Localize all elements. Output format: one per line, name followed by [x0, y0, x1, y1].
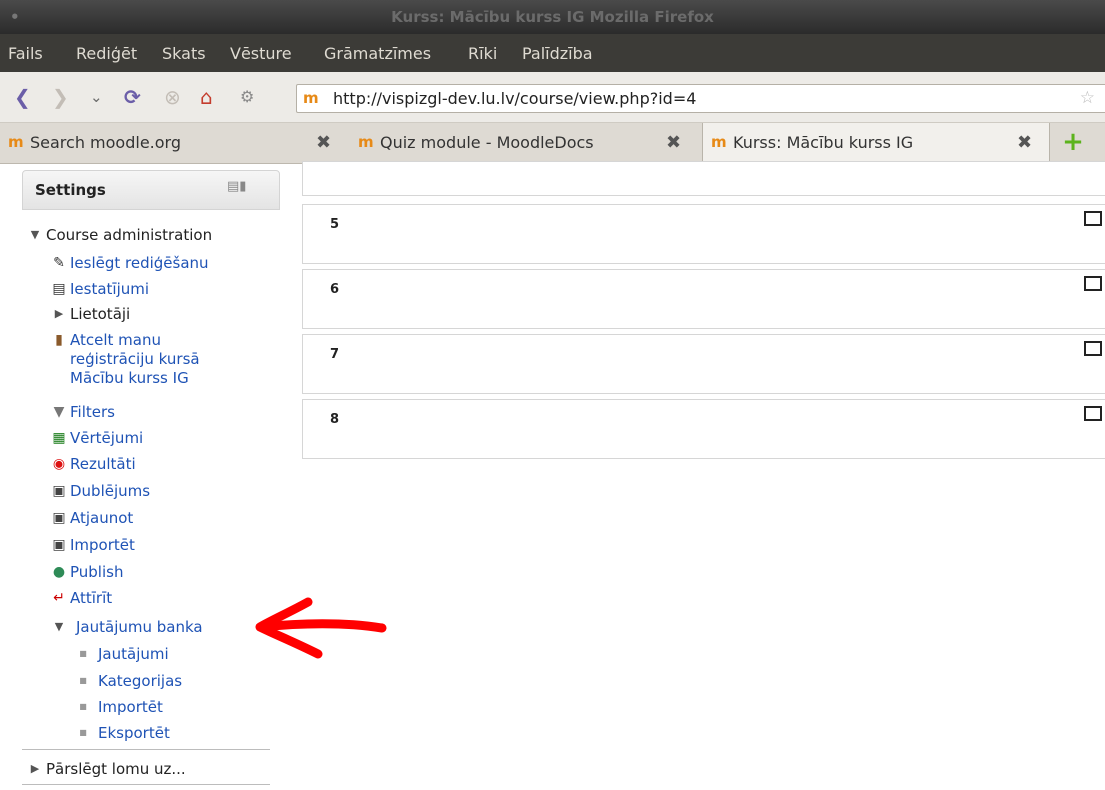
course-section: 8: [302, 399, 1105, 459]
item-label[interactable]: Vērtējumi: [70, 429, 143, 447]
settings-doc-icon: ▤: [52, 281, 66, 297]
forward-icon[interactable]: ❯: [52, 86, 69, 108]
bullet-icon: ■: [79, 676, 87, 685]
course-content: 5 6 7 8: [302, 161, 1105, 790]
course-section: 6: [302, 269, 1105, 329]
bookmark-star-icon[interactable]: ☆: [1080, 88, 1095, 108]
close-tab-icon[interactable]: ✖: [666, 132, 681, 153]
tab-label: Kurss: Mācību kurss IG: [733, 133, 914, 152]
dock-block-icon[interactable]: ▤▮: [227, 179, 246, 194]
tab-bar: m Search moodle.org ✖ m Quiz module - Mo…: [0, 123, 1105, 164]
section-number: 5: [330, 217, 340, 232]
navigation-toolbar: ❮ ❯ ⌄ ⟳ ⊗ ⌂ ⚙ m http://vispizgl-dev.lu.l…: [0, 72, 1105, 123]
course-administration-label: Course administration: [46, 226, 213, 244]
course-section: 5: [302, 204, 1105, 264]
switch-role-label[interactable]: Pārslēgt lomu uz...: [46, 760, 186, 778]
item-label[interactable]: Iestatījumi: [70, 280, 149, 298]
item-label[interactable]: Importēt: [98, 698, 163, 716]
item-label[interactable]: Rezultāti: [70, 455, 136, 473]
section-checkbox[interactable]: [1084, 276, 1102, 291]
door-icon: ▮: [55, 332, 63, 348]
reset-icon: ↵: [53, 590, 65, 606]
window-title: Kurss: Mācību kurss IG Mozilla Firefox: [391, 8, 714, 26]
moodle-icon: m: [8, 133, 24, 151]
tab-quiz-module[interactable]: m Quiz module - MoodleDocs ✖: [350, 123, 696, 163]
item-label[interactable]: Ieslēgt rediģēšanu: [70, 254, 209, 272]
annotation-arrow-icon: [255, 597, 387, 659]
collapse-arrow-icon: ▼: [30, 228, 40, 241]
item-label-line[interactable]: Mācību kurss IG: [70, 369, 189, 387]
section-number: 6: [330, 282, 340, 297]
stop-icon[interactable]: ⊗: [164, 86, 181, 108]
outcomes-icon: ◉: [52, 456, 66, 472]
course-section: 7: [302, 334, 1105, 394]
question-bank-label[interactable]: Jautājumu banka: [76, 618, 203, 636]
publish-icon: ●: [52, 564, 66, 580]
home-icon[interactable]: ⌂: [200, 86, 213, 108]
filter-icon: ▼: [53, 404, 65, 420]
item-label-line[interactable]: reģistrāciju kursā: [70, 350, 200, 368]
url-bar[interactable]: m http://vispizgl-dev.lu.lv/course/view.…: [296, 84, 1105, 113]
window-title-bar: • Kurss: Mācību kurss IG Mozilla Firefox: [0, 0, 1105, 34]
close-tab-icon[interactable]: ✖: [316, 132, 331, 153]
import-icon: ▣: [52, 537, 66, 553]
item-label[interactable]: Lietotāji: [70, 305, 130, 323]
divider: [22, 784, 270, 785]
item-label[interactable]: Kategorijas: [98, 672, 182, 690]
bullet-icon: ■: [79, 728, 87, 737]
item-label[interactable]: Importēt: [70, 536, 135, 554]
item-label[interactable]: Jautājumi: [98, 645, 169, 663]
new-tab-icon[interactable]: +: [1060, 129, 1086, 155]
reload-icon[interactable]: ⟳: [124, 86, 141, 108]
expand-arrow-icon: ▶: [30, 762, 40, 775]
menu-bookmarks[interactable]: Grāmatzīmes: [324, 44, 431, 63]
moodle-docs-icon: m: [358, 133, 374, 151]
settings-block: Settings ▤▮ ▼ Course administration ✎ Ie…: [22, 170, 280, 790]
section-number: 8: [330, 412, 340, 427]
site-favicon-icon: m: [303, 89, 319, 107]
backup-icon: ▣: [52, 483, 66, 499]
section-checkbox[interactable]: [1084, 341, 1102, 356]
menu-file[interactable]: Fails: [8, 44, 43, 63]
menu-help[interactable]: Palīdzība: [522, 44, 593, 63]
tab-kurss[interactable]: m Kurss: Mācību kurss IG ✖: [702, 123, 1050, 163]
bullet-icon: ■: [79, 702, 87, 711]
edit-icon: ✎: [53, 255, 65, 271]
item-label[interactable]: Publish: [70, 563, 123, 581]
section-checkbox[interactable]: [1084, 406, 1102, 421]
grades-icon: ▦: [52, 430, 66, 446]
menu-view[interactable]: Skats: [162, 44, 206, 63]
item-label[interactable]: Dublējums: [70, 482, 150, 500]
extension-icon[interactable]: ⚙: [240, 86, 254, 108]
menu-edit[interactable]: Rediģēt: [76, 44, 137, 63]
menu-history[interactable]: Vēsture: [230, 44, 292, 63]
expand-arrow-icon: ▶: [54, 307, 64, 320]
bullet-icon: ■: [79, 649, 87, 658]
collapse-arrow-icon: ▼: [54, 620, 64, 633]
item-label[interactable]: Filters: [70, 403, 115, 421]
url-text[interactable]: http://vispizgl-dev.lu.lv/course/view.ph…: [333, 89, 696, 108]
course-section-top: [302, 161, 1105, 196]
tab-label: Search moodle.org: [30, 133, 181, 152]
section-checkbox[interactable]: [1084, 211, 1102, 226]
item-label[interactable]: Atjaunot: [70, 509, 133, 527]
divider: [22, 749, 270, 750]
history-dropdown-icon[interactable]: ⌄: [90, 86, 103, 108]
menu-bar: Fails Rediģēt Skats Vēsture Grāmatzīmes …: [0, 34, 1105, 72]
tab-search-moodle[interactable]: m Search moodle.org ✖: [0, 123, 346, 163]
settings-header: Settings ▤▮: [22, 170, 280, 210]
close-tab-icon[interactable]: ✖: [1017, 132, 1032, 153]
item-label[interactable]: Eksportēt: [98, 724, 170, 742]
item-label-line[interactable]: Atcelt manu: [70, 331, 161, 349]
tab-label: Quiz module - MoodleDocs: [380, 133, 594, 152]
moodle-docs-icon: m: [711, 133, 727, 151]
section-number: 7: [330, 347, 340, 362]
settings-title: Settings: [35, 181, 106, 199]
back-icon[interactable]: ❮: [14, 86, 31, 108]
window-menu-icon[interactable]: •: [10, 0, 20, 34]
restore-icon: ▣: [52, 510, 66, 526]
menu-tools[interactable]: Rīki: [468, 44, 497, 63]
item-label[interactable]: Attīrīt: [70, 589, 112, 607]
